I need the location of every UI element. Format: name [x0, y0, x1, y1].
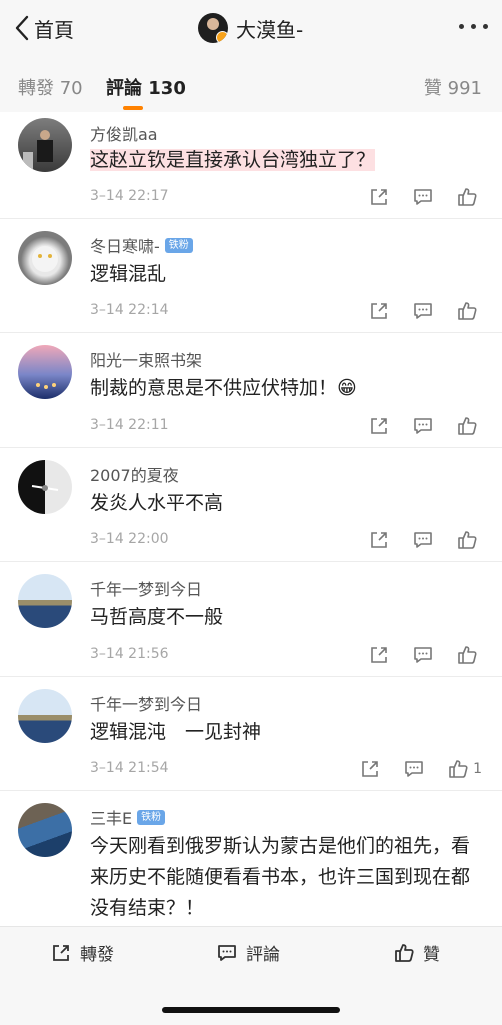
commenter-name[interactable]: 千年一梦到今日 [90, 576, 202, 600]
author-profile[interactable]: 大漠鱼- [198, 12, 303, 44]
like-icon [395, 943, 414, 962]
comment-text: 发炎人水平不高 [90, 492, 224, 514]
comment-icon[interactable] [412, 529, 434, 551]
chevron-left-icon [15, 15, 29, 41]
like-icon[interactable] [456, 529, 478, 551]
avatar[interactable] [18, 803, 72, 857]
fan-badge: 铁粉 [164, 237, 193, 253]
comment-item: 三丰E 铁粉 今天刚看到俄罗斯认为蒙古是他们的祖先，看来历史不能随便看看书本，也许… [0, 791, 502, 921]
like-icon[interactable] [447, 758, 469, 780]
comment-text: 制裁的意思是不供应伏特加！😁 [90, 377, 357, 399]
avatar[interactable] [18, 574, 72, 628]
comment-text: 逻辑混乱 [90, 263, 167, 285]
back-label: 首頁 [34, 17, 74, 42]
share-icon[interactable] [368, 186, 390, 208]
fan-badge: 铁粉 [137, 809, 166, 825]
comment-time: 3–14 21:54 [90, 760, 169, 776]
tab-likes[interactable]: 贊 991 [424, 74, 482, 100]
bottom-action-bar: 轉發 評論 贊 [0, 926, 502, 1025]
like-icon[interactable] [456, 644, 478, 666]
comment-button[interactable]: 評論 [216, 940, 280, 965]
tab-comments[interactable]: 評論 130 [106, 74, 186, 100]
avatar[interactable] [18, 345, 72, 399]
commenter-name[interactable]: 千年一梦到今日 [90, 691, 202, 715]
comment-item: 阳光一束照书架 制裁的意思是不供应伏特加！😁 3–14 22:11 [0, 333, 502, 448]
comment-item: 千年一梦到今日 马哲高度不一般 3–14 21:56 [0, 562, 502, 677]
author-avatar[interactable] [198, 13, 228, 43]
home-indicator [162, 1007, 340, 1013]
comment-icon[interactable] [412, 415, 434, 437]
comment-icon[interactable] [412, 300, 434, 322]
comment-icon[interactable] [403, 758, 425, 780]
tab-repost[interactable]: 轉發 70 [18, 74, 83, 100]
share-icon[interactable] [368, 529, 390, 551]
tab-bar: 轉發 70 評論 130 贊 991 [0, 56, 502, 112]
avatar[interactable] [18, 689, 72, 743]
comment-time: 3–14 22:11 [90, 417, 169, 433]
more-dots-icon[interactable] [459, 24, 488, 29]
comment-time: 3–14 21:56 [90, 646, 169, 662]
commenter-name[interactable]: 阳光一束照书架 [90, 347, 202, 371]
share-icon[interactable] [368, 415, 390, 437]
avatar[interactable] [18, 460, 72, 514]
back-button[interactable]: 首頁 [14, 12, 74, 44]
share-icon[interactable] [368, 644, 390, 666]
comment-time: 3–14 22:00 [90, 531, 169, 547]
verified-badge-icon [216, 31, 228, 43]
author-name[interactable]: 大漠鱼- [236, 14, 303, 43]
comment-text: 马哲高度不一般 [90, 606, 224, 628]
share-icon [53, 944, 69, 961]
avatar[interactable] [18, 118, 72, 172]
share-icon[interactable] [368, 300, 390, 322]
like-icon[interactable] [456, 186, 478, 208]
comment-item: 冬日寒啸- 铁粉 逻辑混乱 3–14 22:14 [0, 219, 502, 333]
comment-text: 这赵立钦是直接承认台湾独立了？ [90, 149, 376, 171]
like-icon[interactable] [456, 415, 478, 437]
commenter-name[interactable]: 方俊凯aa [90, 121, 158, 145]
comment-text: 逻辑混沌 一见封神 [90, 721, 262, 743]
comment-label: 評論 [246, 945, 280, 965]
top-nav-bar: 首頁 大漠鱼- [0, 0, 502, 56]
commenter-name[interactable]: 冬日寒啸- [90, 233, 160, 257]
tab-active-indicator [123, 106, 143, 110]
avatar[interactable] [18, 231, 72, 285]
comment-icon [218, 944, 236, 961]
repost-button[interactable]: 轉發 [50, 940, 114, 965]
like-label: 贊 [423, 945, 440, 965]
comment-item: 千年一梦到今日 逻辑混沌 一见封神 3–14 21:54 1 [0, 677, 502, 791]
commenter-name[interactable]: 2007的夏夜 [90, 462, 179, 486]
commenter-name[interactable]: 三丰E [90, 805, 132, 829]
comment-text: 今天刚看到俄罗斯认为蒙古是他们的祖先，看来历史不能随便看看书本，也许三国到现在都… [90, 835, 471, 919]
comment-icon[interactable] [412, 186, 434, 208]
comment-time: 3–14 22:17 [90, 188, 169, 204]
comment-time: 3–14 22:14 [90, 302, 169, 318]
like-button[interactable]: 贊 [393, 940, 440, 965]
like-count: 1 [473, 761, 482, 777]
comment-item: 2007的夏夜 发炎人水平不高 3–14 22:00 [0, 448, 502, 562]
comment-item: 方俊凯aa 这赵立钦是直接承认台湾独立了？ 3–14 22:17 [0, 112, 502, 219]
comment-list: 方俊凯aa 这赵立钦是直接承认台湾独立了？ 3–14 22:17 冬日寒啸- 铁粉… [0, 112, 502, 921]
repost-label: 轉發 [80, 945, 114, 965]
share-icon[interactable] [359, 758, 381, 780]
comment-icon[interactable] [412, 644, 434, 666]
like-icon[interactable] [456, 300, 478, 322]
